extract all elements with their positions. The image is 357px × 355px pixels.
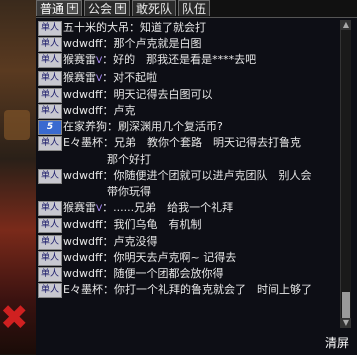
speaker-name[interactable]: wdwdff	[63, 37, 103, 50]
close-x-icon[interactable]: ✖	[0, 298, 29, 338]
scroll-down-icon[interactable]: ▼	[341, 318, 351, 328]
speaker-name[interactable]: wdwdff	[63, 88, 103, 101]
speaker-name[interactable]: 五十米的大吊	[63, 21, 129, 34]
chat-message-body: wdwdff：卢克	[63, 103, 338, 119]
speaker-name[interactable]: E々墨杯	[63, 283, 103, 296]
speaker-name[interactable]: 猴赛雷	[63, 71, 96, 84]
message-text-continuation: 那个好打	[107, 152, 151, 166]
message-text: ：明天记得去白图可以	[102, 87, 213, 101]
single-badge-icon: 单人	[38, 234, 62, 250]
message-text: ：......兄弟 给我一个礼拜	[102, 201, 234, 215]
chat-message: 5 在家养狗：刷深渊用几个复活币?	[38, 119, 338, 136]
speaker-name[interactable]: 在家养狗	[63, 120, 107, 133]
chat-message: 单人 E々墨杯：你打一个礼拜的鲁克就会了 时间上够了	[38, 282, 338, 299]
chat-message: 单人 猴赛雷V：......兄弟 给我一个礼拜	[38, 200, 338, 217]
scroll-up-icon[interactable]: ▲	[341, 20, 351, 30]
single-badge-icon: 单人	[38, 53, 62, 69]
chat-message: 单人 wdwdff：你明天去卢克啊~ 记得去	[38, 250, 338, 266]
single-badge-icon: 单人	[38, 87, 62, 103]
speaker-name[interactable]: 猴赛雷	[63, 53, 96, 66]
speaker-name[interactable]: E々墨杯	[63, 136, 103, 149]
chat-message: 单人 wdwdff：随便一个团都会放你得	[38, 266, 338, 283]
message-text: ：兄弟 教你个套路 明天记得去打鲁克	[102, 136, 301, 150]
tab-normal-plus-icon[interactable]: +	[67, 3, 79, 14]
chat-message: 单人 猴赛雷V：好的 那我还是看是****去吧	[38, 52, 338, 69]
message-text: ：你随便进个团就可以进卢克团队 别人会	[102, 168, 312, 182]
game-scene-decoration	[4, 110, 30, 140]
chat-message: 单人 wdwdff：你随便进个团就可以进卢克团队 别人会带你玩得	[38, 168, 338, 200]
single-badge-icon: 单人	[38, 250, 62, 266]
chat-message: 单人 wdwdff：我们乌龟 有机制	[38, 217, 338, 234]
chat-message-body: 五十米的大吊：知道了就会打	[63, 20, 338, 36]
tab-party[interactable]: 队伍	[178, 0, 211, 16]
chat-message: 单人 wdwdff：卢克	[38, 103, 338, 120]
chat-message-body: 猴赛雷V：好的 那我还是看是****去吧	[63, 52, 338, 69]
single-badge-icon: 单人	[38, 136, 62, 152]
game-background: ✖	[0, 0, 36, 354]
chat-message: 单人 五十米的大吊：知道了就会打	[38, 20, 338, 36]
chat-message: 单人 猴赛雷V：对不起啦	[38, 70, 338, 87]
single-badge-icon: 单人	[38, 168, 62, 184]
chat-message-body: wdwdff：那个卢克就是白图	[63, 36, 338, 52]
message-text: ：卢克没得	[102, 234, 158, 248]
single-badge-icon: 单人	[38, 21, 62, 36]
message-text: ：你明天去卢克啊~ 记得去	[102, 250, 237, 264]
tab-guild-label: 公会	[88, 2, 113, 16]
single-badge-icon: 单人	[38, 283, 62, 299]
speaker-name[interactable]: wdwdff	[63, 235, 103, 248]
single-badge-icon: 单人	[38, 201, 62, 217]
chat-panel: 单人 五十米的大吊：知道了就会打 单人 wdwdff：那个卢克就是白图 单人 猴赛雷V：好…	[36, 17, 357, 355]
message-text: ：知道了就会打	[129, 21, 206, 34]
chat-scrollbar[interactable]: ▲ ▼	[340, 20, 351, 328]
single-badge-icon: 单人	[38, 37, 62, 53]
single-badge-icon: 单人	[38, 104, 62, 120]
message-text: ：刷深渊用几个复活币?	[107, 120, 223, 134]
chat-message-body: wdwdff：你随便进个团就可以进卢克团队 别人会带你玩得	[63, 168, 338, 200]
tab-guild-plus-icon[interactable]: +	[115, 3, 127, 14]
chat-message: 单人 wdwdff：那个卢克就是白图	[38, 36, 338, 53]
chat-message: 单人 wdwdff：明天记得去白图可以	[38, 87, 338, 103]
chat-message-body: wdwdff：卢克没得	[63, 234, 338, 250]
message-text: ：我们乌龟 有机制	[102, 218, 202, 232]
channel-5-badge-icon: 5	[38, 120, 62, 136]
speaker-name[interactable]: wdwdff	[63, 267, 103, 280]
message-text: ：那个卢克就是白图	[102, 37, 202, 51]
speaker-name[interactable]: 猴赛雷	[63, 201, 96, 214]
chat-message-body: 猴赛雷V：对不起啦	[63, 70, 338, 87]
tab-squad[interactable]: 敢死队	[132, 0, 177, 16]
chat-message-list: 单人 五十米的大吊：知道了就会打 单人 wdwdff：那个卢克就是白图 单人 猴赛雷V：好…	[38, 20, 338, 299]
clear-screen-button[interactable]: 清屏	[325, 334, 349, 351]
chat-message-body: E々墨杯：你打一个礼拜的鲁克就会了 时间上够了	[63, 282, 338, 298]
tab-normal[interactable]: 普通 +	[36, 0, 83, 16]
scroll-thumb[interactable]	[342, 292, 350, 318]
chat-message-body: wdwdff：我们乌龟 有机制	[63, 217, 338, 233]
message-text: ：你打一个礼拜的鲁克就会了 时间上够了	[102, 283, 312, 297]
tab-normal-label: 普通	[40, 2, 65, 16]
tab-squad-label: 敢死队	[136, 2, 173, 16]
chat-message-body: E々墨杯：兄弟 教你个套路 明天记得去打鲁克那个好打	[63, 135, 338, 167]
chat-message-body: wdwdff：明天记得去白图可以	[63, 87, 338, 103]
tab-party-label: 队伍	[182, 2, 207, 16]
chat-message-body: wdwdff：你明天去卢克啊~ 记得去	[63, 250, 338, 266]
message-text: ：对不起啦	[102, 70, 158, 84]
single-badge-icon: 单人	[38, 218, 62, 234]
speaker-name[interactable]: wdwdff	[63, 218, 103, 231]
chat-tab-bar: 普通 + 公会 + 敢死队 队伍	[36, 0, 357, 17]
chat-message-body: 猴赛雷V：......兄弟 给我一个礼拜	[63, 200, 338, 217]
chat-message-body: 在家养狗：刷深渊用几个复活币?	[63, 119, 338, 135]
speaker-name[interactable]: wdwdff	[63, 169, 103, 182]
single-badge-icon: 单人	[38, 70, 62, 86]
message-text: ：随便一个团都会放你得	[102, 267, 224, 281]
tab-guild[interactable]: 公会 +	[84, 0, 131, 16]
chat-message: 单人 wdwdff：卢克没得	[38, 234, 338, 250]
single-badge-icon: 单人	[38, 267, 62, 283]
message-text: ：卢克	[102, 104, 136, 118]
chat-message-body: wdwdff：随便一个团都会放你得	[63, 266, 338, 282]
message-text: ：好的 那我还是看是****去吧	[102, 53, 257, 67]
speaker-name[interactable]: wdwdff	[63, 104, 103, 117]
message-text-continuation: 带你玩得	[107, 185, 151, 199]
speaker-name[interactable]: wdwdff	[63, 251, 103, 264]
chat-message: 单人 E々墨杯：兄弟 教你个套路 明天记得去打鲁克那个好打	[38, 135, 338, 167]
